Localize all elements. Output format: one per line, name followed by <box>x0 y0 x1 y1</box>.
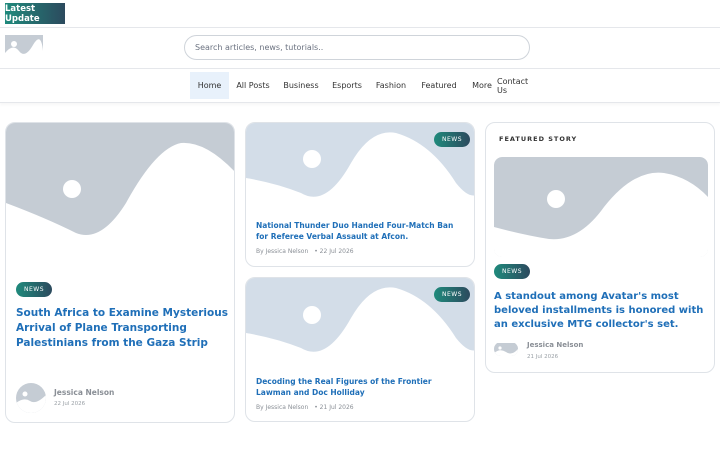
post-date: • 22 Jul 2026 <box>314 248 354 255</box>
category-badge[interactable]: NEWS <box>494 264 531 279</box>
main-nav: Home All Posts Business Esports Fashion … <box>0 69 720 103</box>
author-name[interactable]: By Jessica Nelson <box>256 248 308 255</box>
latest-update-button[interactable]: Latest Update <box>5 3 65 24</box>
article-card[interactable]: NEWS Decoding the Real Figures of the Fr… <box>245 277 475 422</box>
author-name[interactable]: Jessica Nelson <box>54 388 114 397</box>
post-date: 22 Jul 2026 <box>54 401 86 407</box>
image-placeholder-icon <box>6 123 234 273</box>
category-badge[interactable]: NEWS <box>434 132 471 147</box>
avatar-placeholder-icon <box>494 343 518 356</box>
category-badge[interactable]: NEWS <box>434 287 471 302</box>
nav-item-business[interactable]: Business <box>281 72 321 99</box>
nav-item-esports[interactable]: Esports <box>329 72 365 99</box>
avatar-placeholder-icon <box>16 383 46 413</box>
article-title[interactable]: Decoding the Real Figures of the Frontie… <box>256 377 468 398</box>
post-date: 21 Jul 2026 <box>527 354 559 360</box>
nav-item-fashion[interactable]: Fashion <box>373 72 409 99</box>
nav-item-featured[interactable]: Featured <box>418 72 460 99</box>
article-title[interactable]: National Thunder Duo Handed Four-Match B… <box>256 221 468 242</box>
logo-placeholder-icon <box>5 35 43 60</box>
featured-story-card[interactable]: FEATURED STORY NEWS A standout among Ava… <box>485 122 715 373</box>
featured-title[interactable]: A standout among Avatar's most beloved i… <box>494 290 706 332</box>
site-header <box>0 28 720 69</box>
top-bar: Latest Update <box>0 0 720 28</box>
nav-item-home[interactable]: Home <box>190 72 229 99</box>
image-placeholder-icon <box>494 157 708 257</box>
author-name[interactable]: Jessica Nelson <box>527 341 583 349</box>
article-byline: By Jessica Nelson • 22 Jul 2026 <box>256 248 354 255</box>
article-byline: By Jessica Nelson • 21 Jul 2026 <box>256 404 354 411</box>
nav-item-more[interactable]: More <box>469 72 495 99</box>
avatar <box>494 342 518 356</box>
nav-item-contact-us[interactable]: Contact Us <box>497 72 539 99</box>
category-badge[interactable]: NEWS <box>16 282 53 297</box>
search-input[interactable] <box>184 35 530 60</box>
nav-item-all-posts[interactable]: All Posts <box>233 72 273 99</box>
avatar <box>16 383 46 413</box>
post-date: • 21 Jul 2026 <box>314 404 354 411</box>
author-name[interactable]: By Jessica Nelson <box>256 404 308 411</box>
article-card[interactable]: NEWS National Thunder Duo Handed Four-Ma… <box>245 122 475 267</box>
site-logo[interactable] <box>5 35 43 60</box>
article-card[interactable]: NEWS South Africa to Examine Mysterious … <box>5 122 235 423</box>
featured-story-label: FEATURED STORY <box>499 135 578 143</box>
article-title[interactable]: South Africa to Examine Mysterious Arriv… <box>16 306 228 351</box>
